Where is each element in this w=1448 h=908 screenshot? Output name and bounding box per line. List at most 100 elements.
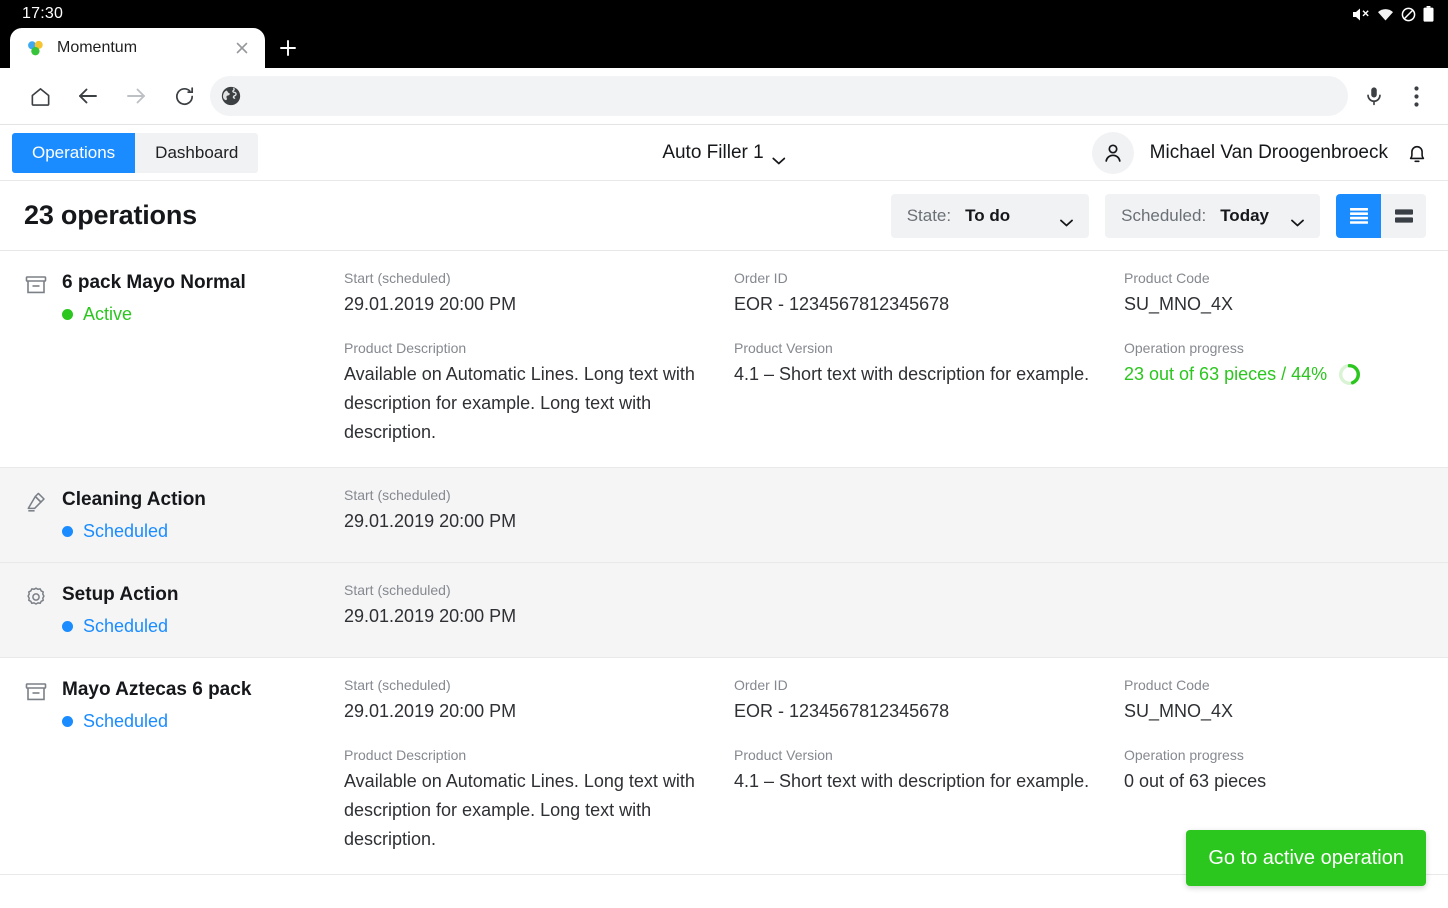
browser-tab-title: Momentum xyxy=(57,39,138,56)
filter-state-value: To do xyxy=(965,205,1011,225)
operation-start-cell: Start (scheduled) 29.01.2019 20:00 PM xyxy=(344,581,734,637)
status-label: Active xyxy=(83,304,133,324)
field-value-order-id: EOR - 1234567812345678 xyxy=(734,294,950,314)
bell-icon[interactable] xyxy=(1404,140,1430,166)
field-label-product-description: Product Description xyxy=(344,340,467,356)
status-label: Scheduled xyxy=(83,711,169,731)
operation-start-cell: Start (scheduled) 29.01.2019 20:00 PM Pr… xyxy=(344,676,734,854)
operation-name-cell: Mayo Aztecas 6 pack Scheduled xyxy=(24,676,344,854)
status-label: Scheduled xyxy=(83,521,169,541)
field-label-product-version: Product Version xyxy=(734,747,833,763)
operation-name-cell: Cleaning Action Scheduled xyxy=(24,486,344,542)
filter-scheduled[interactable]: Scheduled: Today xyxy=(1105,193,1320,238)
compact-list-view-button[interactable] xyxy=(1336,193,1381,238)
android-status-bar: 17:30 xyxy=(0,0,1448,28)
reload-icon[interactable] xyxy=(160,72,208,120)
operation-progress-cell: Product Code SU_MNO_4X Operation progres… xyxy=(1124,676,1426,854)
status-dot xyxy=(62,526,73,537)
wifi-icon xyxy=(1377,7,1394,21)
page-title: 23 operations xyxy=(24,200,197,230)
field-label-product-code: Product Code xyxy=(1124,677,1210,693)
brush-icon xyxy=(24,490,48,514)
box-icon xyxy=(24,680,48,704)
status-dot xyxy=(62,309,73,320)
operation-start-cell: Start (scheduled) 29.01.2019 20:00 PM xyxy=(344,486,734,542)
operation-order-cell: Order ID EOR - 1234567812345678 Product … xyxy=(734,676,1124,854)
field-value-start: 29.01.2019 20:00 PM xyxy=(344,511,517,531)
status-label: Scheduled xyxy=(83,616,169,636)
field-label-product-description: Product Description xyxy=(344,747,467,763)
main-tabs: Operations Dashboard xyxy=(12,132,259,173)
status-badge: Scheduled xyxy=(62,521,206,542)
operation-order-cell: Order ID EOR - 1234567812345678 Product … xyxy=(734,269,1124,447)
status-system-icons xyxy=(1353,6,1434,22)
battery-icon xyxy=(1423,6,1434,22)
chevron-down-icon xyxy=(772,149,786,164)
operation-title: Setup Action xyxy=(62,584,179,605)
gear-icon xyxy=(24,585,48,609)
momentum-favicon xyxy=(26,39,45,58)
new-tab-button[interactable] xyxy=(265,28,311,68)
field-value-product-description: Available on Automatic Lines. Long text … xyxy=(344,364,695,442)
table-row[interactable]: 6 pack Mayo Normal Active Start (schedul… xyxy=(0,251,1448,468)
field-value-product-code: SU_MNO_4X xyxy=(1124,701,1234,721)
field-label-order-id: Order ID xyxy=(734,270,788,286)
field-value-operation-progress: 0 out of 63 pieces xyxy=(1124,771,1267,791)
box-icon xyxy=(24,273,48,297)
field-label-start: Start (scheduled) xyxy=(344,677,451,693)
web-page-viewport: Operations Dashboard Auto Filler 1 Micha… xyxy=(0,124,1448,908)
field-label-product-version: Product Version xyxy=(734,340,833,356)
field-value-operation-progress: 23 out of 63 pieces / 44% xyxy=(1124,364,1328,384)
table-row[interactable]: Cleaning Action Scheduled Start (schedul… xyxy=(0,468,1448,563)
close-icon[interactable] xyxy=(233,39,251,57)
operation-title: Cleaning Action xyxy=(62,489,206,510)
field-value-product-code: SU_MNO_4X xyxy=(1124,294,1234,314)
chevron-down-icon xyxy=(1060,212,1074,226)
operation-progress-cell xyxy=(1124,486,1426,542)
field-value-start: 29.01.2019 20:00 PM xyxy=(344,701,517,721)
app-header: Operations Dashboard Auto Filler 1 Micha… xyxy=(0,125,1448,181)
operation-title: Mayo Aztecas 6 pack xyxy=(62,679,252,700)
table-row[interactable]: Setup Action Scheduled Start (scheduled)… xyxy=(0,563,1448,658)
field-label-start: Start (scheduled) xyxy=(344,582,451,598)
operation-start-cell: Start (scheduled) 29.01.2019 20:00 PM Pr… xyxy=(344,269,734,447)
kebab-menu-icon[interactable] xyxy=(1394,72,1438,120)
progress-donut-icon xyxy=(1339,364,1361,385)
filter-state[interactable]: State: To do xyxy=(890,193,1090,238)
view-toggle xyxy=(1336,193,1426,238)
volume-mute-icon xyxy=(1353,7,1370,22)
status-dot xyxy=(62,621,73,632)
operation-progress-row: 23 out of 63 pieces / 44% xyxy=(1124,360,1426,389)
tab-dashboard[interactable]: Dashboard xyxy=(135,132,259,173)
avatar[interactable] xyxy=(1091,131,1134,174)
filter-scheduled-value: Today xyxy=(1220,205,1269,225)
field-label-start: Start (scheduled) xyxy=(344,487,451,503)
field-value-product-description: Available on Automatic Lines. Long text … xyxy=(344,771,695,849)
toolbar-row: 23 operations State: To do Scheduled: To… xyxy=(0,181,1448,251)
toolbar-controls: State: To do Scheduled: Today xyxy=(890,193,1426,238)
do-not-disturb-icon xyxy=(1401,7,1416,22)
back-arrow-icon[interactable] xyxy=(64,72,112,120)
microphone-icon[interactable] xyxy=(1354,76,1394,116)
user-area: Michael Van Droogenbroeck xyxy=(1091,131,1430,174)
machine-selector-label: Auto Filler 1 xyxy=(662,141,764,163)
field-value-start: 29.01.2019 20:00 PM xyxy=(344,606,517,626)
status-dot xyxy=(62,716,73,727)
comfortable-list-view-button[interactable] xyxy=(1381,193,1426,238)
machine-selector[interactable]: Auto Filler 1 xyxy=(662,141,786,164)
browser-tab[interactable]: Momentum xyxy=(10,28,265,68)
home-icon[interactable] xyxy=(16,72,64,120)
operation-title: 6 pack Mayo Normal xyxy=(62,272,246,293)
status-clock: 17:30 xyxy=(22,5,64,22)
field-value-product-version: 4.1 – Short text with description for ex… xyxy=(734,364,1090,384)
operation-name-cell: Setup Action Scheduled xyxy=(24,581,344,637)
field-label-operation-progress: Operation progress xyxy=(1124,340,1244,356)
operation-name-cell: 6 pack Mayo Normal Active xyxy=(24,269,344,447)
tab-operations[interactable]: Operations xyxy=(12,132,136,173)
globe-icon xyxy=(220,85,242,107)
field-label-product-code: Product Code xyxy=(1124,270,1210,286)
address-bar[interactable] xyxy=(210,76,1348,116)
go-to-active-operation-button[interactable]: Go to active operation xyxy=(1186,830,1426,886)
field-value-product-version: 4.1 – Short text with description for ex… xyxy=(734,771,1090,791)
field-label-start: Start (scheduled) xyxy=(344,270,451,286)
